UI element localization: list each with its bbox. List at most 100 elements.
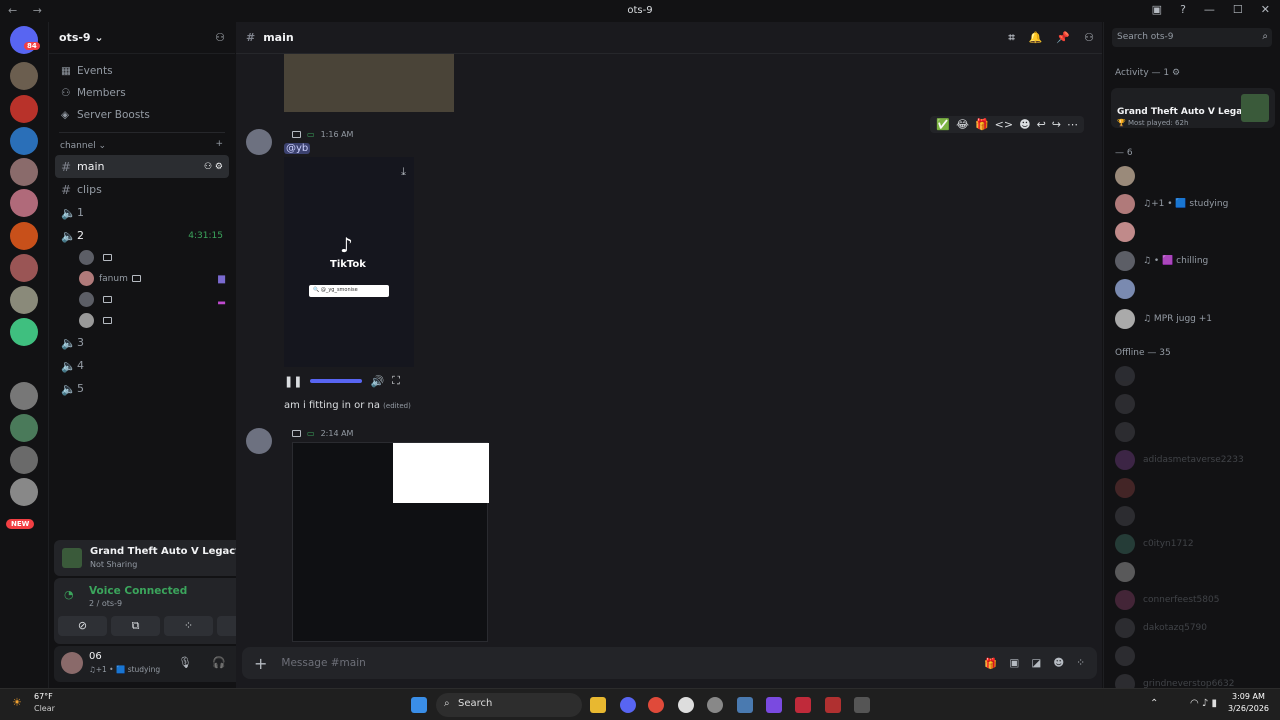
search-input[interactable]: Search ots-9 — [1112, 28, 1272, 47]
server-icon[interactable] — [10, 222, 38, 250]
server-icon[interactable] — [10, 127, 38, 155]
member-row[interactable]: connerfeest5805 — [1115, 590, 1275, 610]
headphones-icon[interactable]: 🎧 — [212, 656, 226, 669]
tray-expand-icon[interactable]: ⌃ — [1150, 698, 1158, 709]
member-row[interactable] — [1115, 646, 1275, 666]
member-row[interactable] — [1115, 422, 1275, 442]
server-icon[interactable] — [10, 254, 38, 282]
voice-channel-5[interactable]: 🔈 5 — [55, 377, 229, 400]
nav-server-boosts[interactable]: ◈ Server Boosts — [49, 104, 235, 126]
message-composer[interactable]: + Message #main 🎁 ▣ ◪ ☻ ⁘ — [242, 647, 1097, 679]
discord-icon[interactable] — [620, 697, 636, 713]
voice-user[interactable]: ▂ — [49, 289, 235, 310]
reply-icon[interactable]: ↩ — [1037, 118, 1046, 131]
channel-settings-icon[interactable]: ⚇ ⚙ — [204, 162, 223, 172]
gift-icon[interactable]: 🎁 — [984, 657, 997, 670]
category-header[interactable]: channel ⌄ + — [49, 133, 235, 155]
member-row[interactable] — [1115, 506, 1275, 526]
member-row[interactable] — [1115, 562, 1275, 582]
forward-icon[interactable]: ↪ — [1052, 118, 1061, 131]
minimize-button[interactable]: — — [1204, 3, 1215, 16]
server-icon[interactable] — [10, 414, 38, 442]
gift-reaction[interactable]: 🎁 — [975, 118, 989, 131]
voice-channel-1[interactable]: 🔈 1 — [55, 201, 229, 224]
member-row[interactable]: adidasmetaverse2233 — [1115, 450, 1275, 470]
signal-icon[interactable]: ◔ — [64, 588, 74, 601]
channel-clips[interactable]: # clips — [55, 178, 229, 201]
threads-icon[interactable]: ⌗ — [1009, 31, 1015, 45]
member-row[interactable]: ♫ • 🟪 chilling — [1115, 251, 1275, 271]
voice-user[interactable]: fanum ▆ — [49, 268, 235, 289]
app-icon[interactable] — [678, 697, 694, 713]
add-channel-icon[interactable]: + — [215, 139, 223, 149]
member-list-icon[interactable]: ⚇ — [1084, 31, 1094, 45]
nav-events[interactable]: ▦ Events — [49, 60, 235, 82]
member-row[interactable]: ♫ MPR jugg +1 — [1115, 309, 1275, 329]
more-icon[interactable]: ⋯ — [1067, 118, 1078, 131]
emoji-icon[interactable]: ☻ — [1019, 118, 1030, 131]
member-row[interactable]: dakotazq5790 — [1115, 618, 1275, 638]
activity-card[interactable]: Grand Theft Auto V Legacy 🏆 Most played:… — [1111, 88, 1275, 128]
server-icon[interactable] — [10, 158, 38, 186]
member-row[interactable] — [1115, 166, 1275, 186]
activities-button[interactable]: ⁘ — [164, 616, 213, 636]
avatar[interactable] — [61, 652, 83, 674]
taskbar-search[interactable]: Search — [436, 693, 582, 717]
inbox-icon[interactable]: ▣ — [1152, 3, 1162, 16]
member-row[interactable] — [1115, 394, 1275, 414]
file-explorer-icon[interactable] — [590, 697, 606, 713]
laugh-reaction[interactable]: 😂 — [956, 118, 969, 131]
member-row[interactable] — [1115, 279, 1275, 299]
start-icon[interactable] — [411, 697, 427, 713]
avatar[interactable] — [246, 129, 272, 155]
download-icon[interactable]: ⤓ — [401, 165, 406, 179]
pause-icon[interactable]: ❚❚ — [284, 375, 302, 388]
member-row[interactable]: c0ityn1712 — [1115, 534, 1275, 554]
chrome-icon[interactable] — [648, 697, 664, 713]
volume-icon[interactable]: 🔊 — [370, 375, 384, 388]
member-row[interactable] — [1115, 366, 1275, 386]
camera-off-button[interactable]: ⊘ — [58, 616, 107, 636]
volume-slider[interactable] — [310, 379, 363, 383]
voice-channel-2[interactable]: 🔈 2 4:31:15 — [55, 224, 229, 247]
help-icon[interactable]: ? — [1180, 3, 1186, 16]
screen-share-button[interactable]: ⧉ — [111, 616, 160, 636]
member-row[interactable] — [1115, 222, 1275, 242]
app-icon[interactable] — [795, 697, 811, 713]
add-member-icon[interactable]: ⚇ — [215, 31, 225, 44]
server-icon[interactable] — [10, 62, 38, 90]
close-button[interactable]: ✕ — [1261, 3, 1270, 16]
server-icon[interactable] — [10, 382, 38, 410]
maximize-button[interactable]: ☐ — [1233, 3, 1243, 16]
server-icon[interactable] — [10, 95, 38, 123]
steam-icon[interactable] — [737, 697, 753, 713]
channel-main[interactable]: # main ⚇ ⚙ — [55, 155, 229, 178]
wifi-icon[interactable]: ◠ ♪ ▮ — [1190, 698, 1217, 709]
app-icon[interactable] — [825, 697, 841, 713]
voice-user[interactable] — [49, 310, 235, 331]
app-icon[interactable] — [707, 697, 723, 713]
pin-icon[interactable]: 📌 — [1056, 31, 1070, 45]
server-icon[interactable] — [10, 478, 38, 506]
server-icon[interactable] — [10, 189, 38, 217]
screenshot-attachment[interactable] — [292, 442, 489, 642]
server-icon[interactable] — [10, 318, 38, 346]
add-attachment-icon[interactable]: + — [254, 654, 267, 673]
apps-icon[interactable]: ⁘ — [1076, 657, 1085, 670]
fullscreen-icon[interactable]: ⛶ — [392, 374, 400, 388]
member-row[interactable] — [1115, 478, 1275, 498]
voice-user[interactable] — [49, 247, 235, 268]
app-icon[interactable] — [854, 697, 870, 713]
video-player[interactable]: ⤓ ♪ TikTok 🔍 @_yg_smonise — [284, 157, 414, 367]
nav-members[interactable]: ⚇ Members — [49, 82, 235, 104]
microphone-icon[interactable]: 🎙 — [178, 656, 192, 669]
voice-channel-3[interactable]: 🔈 3 — [55, 331, 229, 354]
code-icon[interactable]: <> — [995, 118, 1013, 131]
server-icon[interactable] — [10, 286, 38, 314]
emoji-icon[interactable]: ☻ — [1053, 657, 1064, 670]
image-attachment[interactable] — [284, 54, 454, 112]
sticker-icon[interactable]: ◪ — [1031, 657, 1041, 670]
bell-icon[interactable]: 🔔 — [1029, 31, 1043, 45]
avatar[interactable] — [246, 428, 272, 454]
mention[interactable]: @yb — [284, 143, 311, 154]
